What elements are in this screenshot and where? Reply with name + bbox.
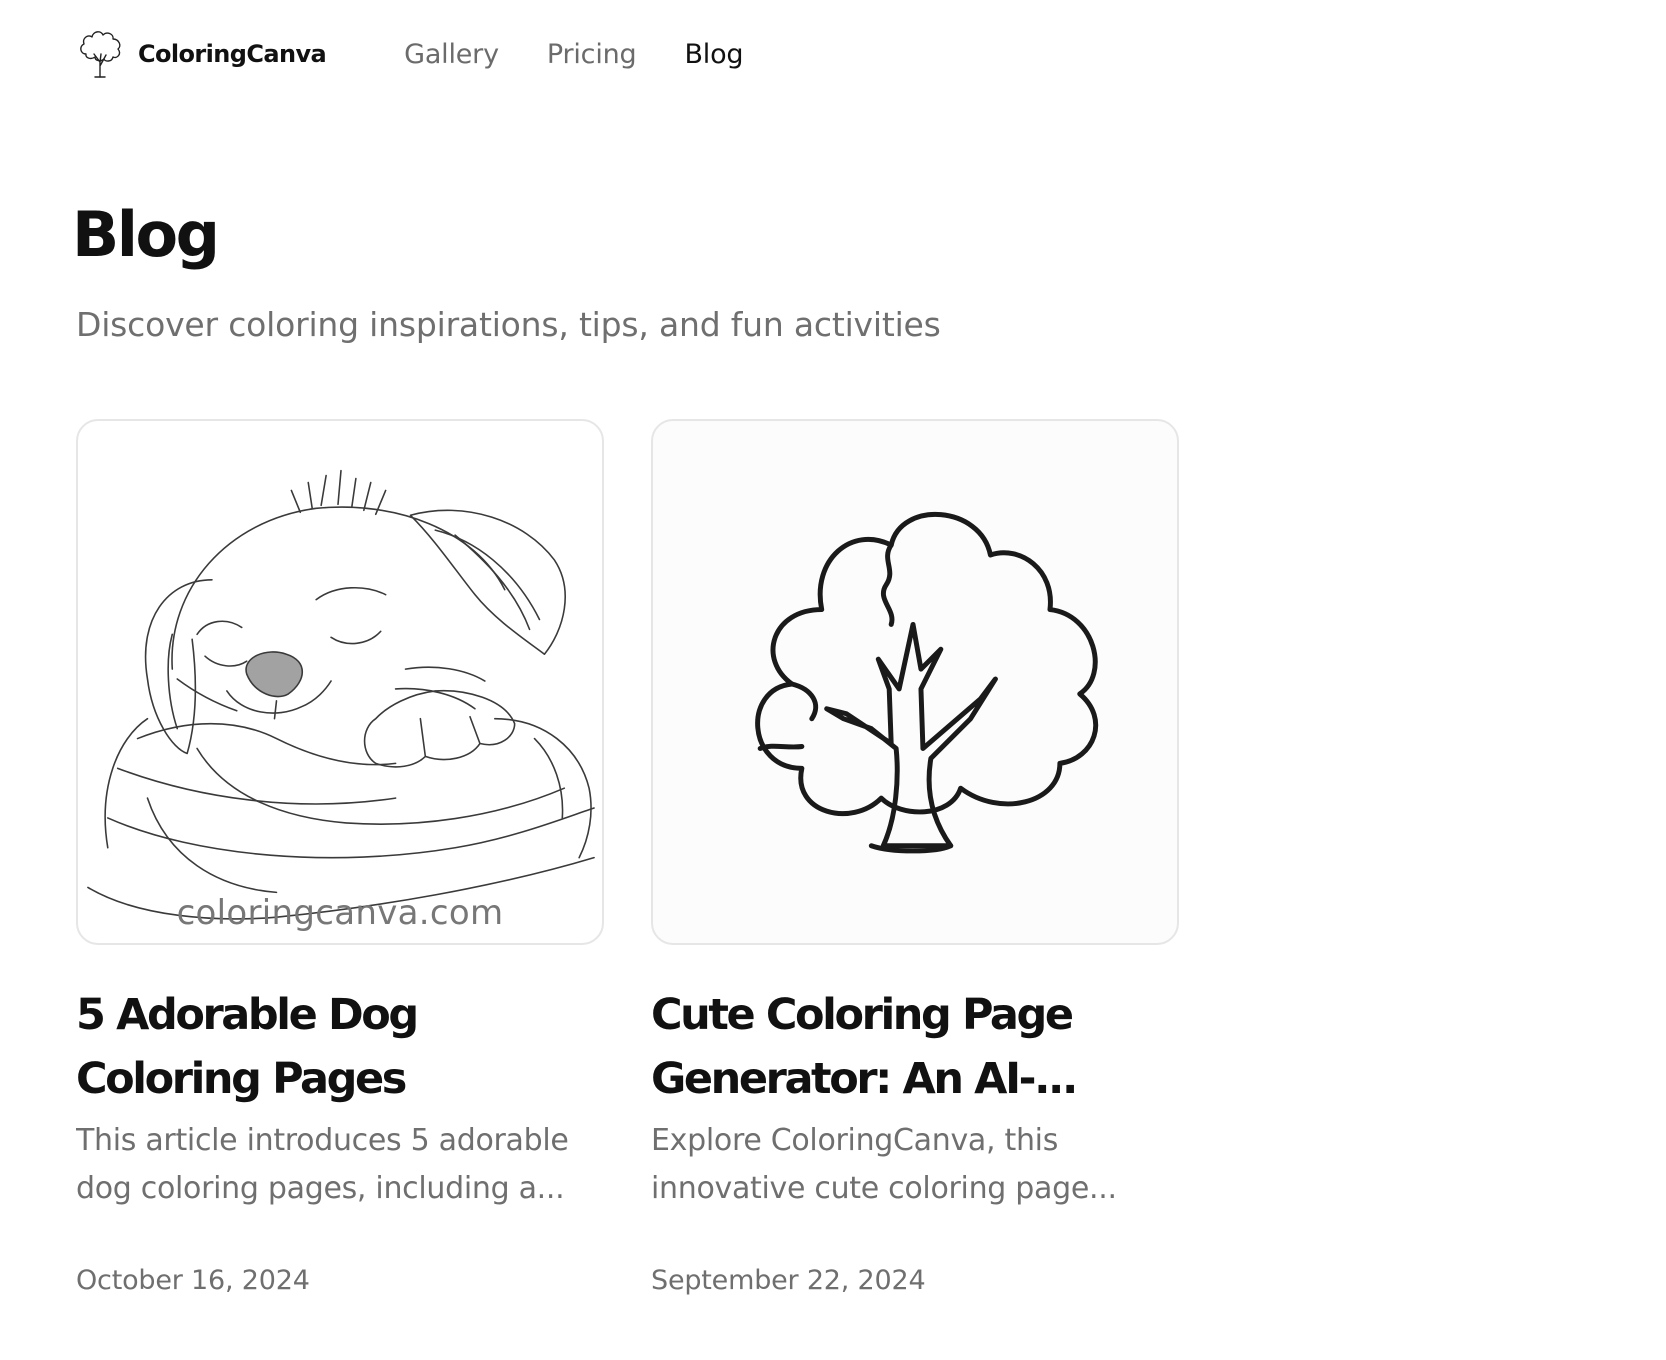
blog-card-image[interactable]: coloringcanva.com [76, 419, 604, 945]
page-title: Blog [72, 198, 220, 271]
blog-card-excerpt: Explore ColoringCanva, this innovative c… [651, 1123, 1117, 1206]
blog-card-date: October 16, 2024 [76, 1265, 310, 1296]
blog-card-title[interactable]: 5 Adorable Dog Coloring Pages [76, 983, 604, 1111]
brand-link[interactable]: ColoringCanva [76, 28, 327, 80]
nav-gallery[interactable]: Gallery [404, 39, 499, 70]
blog-page: ColoringCanva Gallery Pricing Blog Blog … [0, 0, 1666, 1360]
blog-card[interactable]: coloringcanva.com 5 Adorable Dog Colorin… [76, 419, 604, 1296]
sleeping-puppy-illustration [87, 469, 595, 920]
blog-card-date: September 22, 2024 [651, 1265, 926, 1296]
blog-card[interactable]: Cute Coloring Page Generator: An AI-... … [651, 419, 1179, 1296]
nav-blog[interactable]: Blog [684, 39, 743, 70]
blog-card-title[interactable]: Cute Coloring Page Generator: An AI-... [651, 983, 1179, 1111]
blog-card-excerpt: This article introduces 5 adorable dog c… [76, 1123, 569, 1206]
blog-card-image[interactable] [651, 419, 1179, 945]
main-nav: Gallery Pricing Blog [404, 39, 743, 70]
site-header: ColoringCanva Gallery Pricing Blog [76, 26, 744, 82]
tree-illustration [755, 512, 1099, 854]
brand-name: ColoringCanva [138, 40, 327, 68]
tree-logo-icon [80, 31, 121, 78]
page-subtitle: Discover coloring inspirations, tips, an… [76, 305, 941, 344]
image-watermark: coloringcanva.com [176, 893, 504, 933]
nav-pricing[interactable]: Pricing [547, 39, 637, 70]
